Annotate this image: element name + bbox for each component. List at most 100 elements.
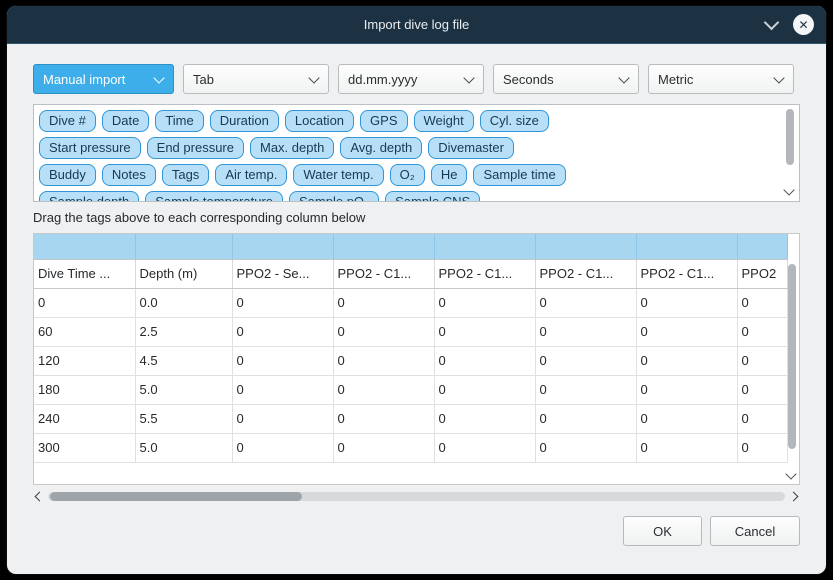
table-cell: 0: [636, 433, 737, 462]
dialog-buttons: OK Cancel: [33, 516, 800, 546]
tag-sample-time[interactable]: Sample time: [473, 164, 565, 186]
table-cell: 0: [434, 317, 535, 346]
tag-start-pressure[interactable]: Start pressure: [39, 137, 141, 159]
preview-table-container: Dive Time ...Depth (m)PPO2 - Se...PPO2 -…: [33, 233, 800, 485]
table-cell: 0: [333, 346, 434, 375]
combo-value: Manual import: [43, 72, 125, 87]
combo-value: Tab: [193, 72, 214, 87]
table-cell: 2.5: [135, 317, 232, 346]
table-cell: 0: [333, 433, 434, 462]
tag-o[interactable]: O₂: [390, 164, 425, 186]
table-row: 00.0000000: [34, 288, 787, 317]
close-icon: ✕: [798, 19, 808, 31]
chevron-down-icon: [773, 72, 784, 83]
drop-target-cell[interactable]: [333, 234, 434, 259]
drop-target-row: [34, 234, 787, 259]
tag-tags[interactable]: Tags: [162, 164, 209, 186]
tag-max-depth[interactable]: Max. depth: [250, 137, 334, 159]
table-cell: 0: [232, 288, 333, 317]
table-cell: 0: [636, 404, 737, 433]
tag-air-temp[interactable]: Air temp.: [215, 164, 287, 186]
drop-target-cell[interactable]: [434, 234, 535, 259]
tag-cyl-size[interactable]: Cyl. size: [480, 110, 549, 132]
tag-time[interactable]: Time: [155, 110, 203, 132]
table-cell: 0: [333, 404, 434, 433]
tag-location[interactable]: Location: [285, 110, 354, 132]
combo-units[interactable]: Metric: [648, 64, 794, 94]
tag-gps[interactable]: GPS: [360, 110, 407, 132]
table-cell: 0: [434, 433, 535, 462]
combo-date-format[interactable]: dd.mm.yyyy: [338, 64, 484, 94]
tag-weight[interactable]: Weight: [414, 110, 474, 132]
tag-notes[interactable]: Notes: [102, 164, 156, 186]
tag-sample-cns[interactable]: Sample CNS: [385, 191, 480, 202]
table-cell: 5.0: [135, 433, 232, 462]
drop-target-cell[interactable]: [636, 234, 737, 259]
tag-row: Dive # Date Time Duration Location GPS Weight C…: [39, 110, 775, 132]
table-cell: 0.0: [135, 288, 232, 317]
scroll-left-icon[interactable]: [35, 492, 45, 502]
tag-end-pressure[interactable]: End pressure: [147, 137, 244, 159]
tag-divemaster[interactable]: Divemaster: [428, 137, 514, 159]
table-cell: 0: [535, 317, 636, 346]
chevron-down-icon: [153, 72, 164, 83]
drop-target-cell[interactable]: [232, 234, 333, 259]
combo-duration-format[interactable]: Seconds: [493, 64, 639, 94]
combo-import-mode[interactable]: Manual import: [33, 64, 174, 94]
table-row: 602.5000000: [34, 317, 787, 346]
ok-button[interactable]: OK: [623, 516, 702, 546]
table-cell: 0: [737, 346, 787, 375]
table-cell: 0: [232, 346, 333, 375]
table-cell: 0: [232, 404, 333, 433]
drop-target-cell[interactable]: [135, 234, 232, 259]
table-cell: 0: [535, 375, 636, 404]
table-cell: 0: [737, 433, 787, 462]
table-cell: 0: [232, 375, 333, 404]
tag-water-temp[interactable]: Water temp.: [293, 164, 383, 186]
drop-target-cell[interactable]: [34, 234, 135, 259]
drop-target-cell[interactable]: [737, 234, 787, 259]
close-button[interactable]: ✕: [793, 14, 814, 35]
table-row: 1204.5000000: [34, 346, 787, 375]
tag-buddy[interactable]: Buddy: [39, 164, 96, 186]
table-cell: 0: [535, 288, 636, 317]
tag-date[interactable]: Date: [102, 110, 149, 132]
table-cell: 0: [333, 317, 434, 346]
tag-sample-po[interactable]: Sample pO₂: [289, 191, 379, 202]
table-cell: 0: [636, 346, 737, 375]
tag-dive[interactable]: Dive #: [39, 110, 96, 132]
table-row: 2405.5000000: [34, 404, 787, 433]
tag-avg-depth[interactable]: Avg. depth: [340, 137, 422, 159]
tag-list: Dive # Date Time Duration Location GPS Weight C…: [39, 110, 775, 202]
preview-table: Dive Time ...Depth (m)PPO2 - Se...PPO2 -…: [34, 234, 788, 463]
table-cell: 0: [34, 288, 135, 317]
table-cell: 300: [34, 433, 135, 462]
tag-pool-scroll-down-icon[interactable]: [783, 184, 794, 195]
shade-window-icon[interactable]: [764, 14, 780, 30]
tag-he[interactable]: He: [431, 164, 468, 186]
hscrollbar-handle[interactable]: [50, 492, 302, 501]
column-header: PPO2 - C1...: [636, 259, 737, 288]
import-dialog: Import dive log file ✕ Manual import Tab…: [7, 6, 826, 574]
drop-target-cell[interactable]: [535, 234, 636, 259]
table-vscrollbar[interactable]: [788, 264, 796, 449]
table-cell: 0: [333, 375, 434, 404]
tag-sample-depth[interactable]: Sample depth: [39, 191, 139, 202]
tag-pool-vscrollbar[interactable]: [786, 109, 794, 165]
column-header: Depth (m): [135, 259, 232, 288]
cancel-button[interactable]: Cancel: [710, 516, 800, 546]
table-cell: 0: [333, 288, 434, 317]
chevron-down-icon: [308, 72, 319, 83]
table-scroll-down-icon[interactable]: [785, 468, 796, 479]
table-hscrollbar: [33, 489, 800, 504]
table-row: 1805.0000000: [34, 375, 787, 404]
scroll-right-icon[interactable]: [789, 492, 799, 502]
table-cell: 0: [737, 288, 787, 317]
tag-duration[interactable]: Duration: [210, 110, 279, 132]
tag-sample-temperature[interactable]: Sample temperature: [145, 191, 283, 202]
combo-value: dd.mm.yyyy: [348, 72, 417, 87]
titlebar[interactable]: Import dive log file ✕: [7, 6, 826, 44]
combo-value: Seconds: [503, 72, 554, 87]
combo-field-separator[interactable]: Tab: [183, 64, 329, 94]
column-header: PPO2 - Se...: [232, 259, 333, 288]
